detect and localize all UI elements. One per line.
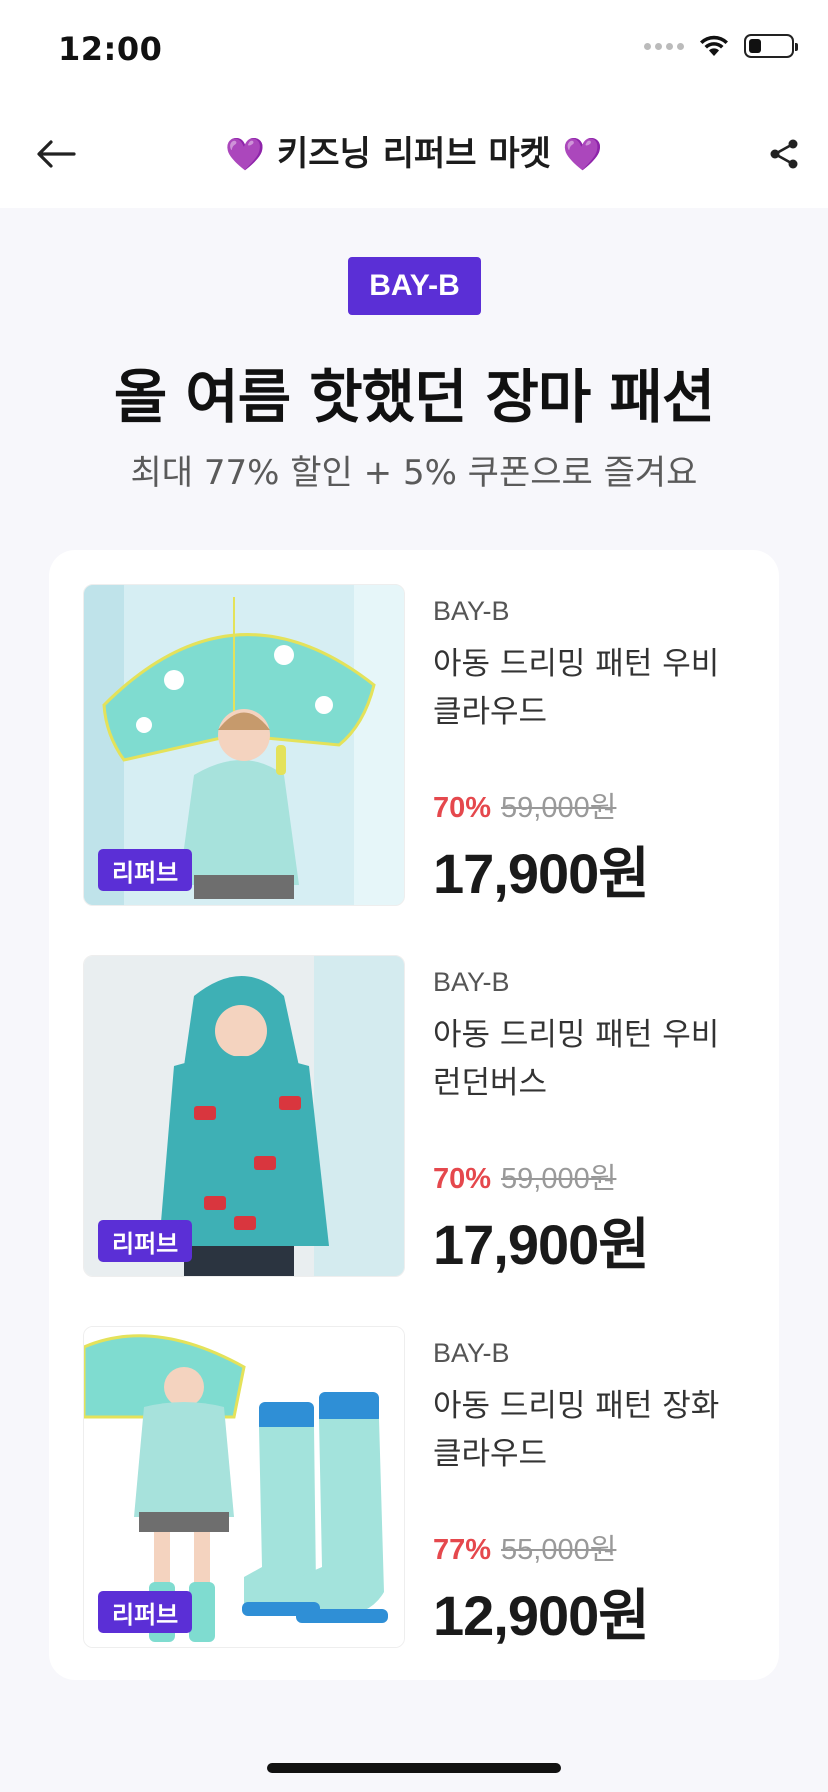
battery-icon bbox=[744, 34, 798, 58]
discount-row: 77% 55,000원 bbox=[433, 1526, 616, 1568]
sale-price: 12,900원 bbox=[433, 1584, 650, 1647]
product-name[interactable]: 아동 드리밍 패턴 장화 클라우드 bbox=[433, 1382, 733, 1478]
subline: 최대 77% 할인 + 5% 쿠폰으로 즐겨요 bbox=[130, 453, 698, 493]
original-price: 59,000원 bbox=[501, 1163, 617, 1195]
product-brand: BAY-B bbox=[433, 1338, 510, 1368]
refurb-tag: 리퍼브 bbox=[98, 1591, 193, 1633]
discount-row: 70% 59,000원 bbox=[433, 1155, 616, 1197]
product-card: 리퍼브 BAY-B 아동 드리밍 패턴 우비 클라우드 70% 59,000원 … bbox=[49, 550, 779, 1680]
share-icon bbox=[770, 139, 798, 169]
original-price: 59,000원 bbox=[501, 792, 617, 824]
status-bar: 12:00 bbox=[0, 0, 828, 100]
share-button[interactable] bbox=[758, 128, 810, 180]
heart-icon: 💜 bbox=[562, 135, 603, 173]
signal-icon bbox=[644, 42, 684, 50]
discount-rate: 70% bbox=[433, 1163, 492, 1195]
discount-rate: 70% bbox=[433, 792, 492, 824]
brand-badge: BAY-B bbox=[348, 257, 481, 315]
product-name[interactable]: 아동 드리밍 패턴 우비 런던버스 bbox=[433, 1011, 733, 1107]
discount-rate: 77% bbox=[433, 1534, 492, 1566]
product-brand: BAY-B bbox=[433, 596, 510, 626]
product-item[interactable]: 리퍼브 BAY-B 아동 드리밍 패턴 우비 런던버스 70% 59,000원 … bbox=[83, 955, 743, 1277]
page-title-text: 키즈닝 리퍼브 마켓 bbox=[277, 134, 551, 174]
heart-icon: 💜 bbox=[225, 135, 266, 173]
sale-price: 17,900원 bbox=[433, 1213, 650, 1276]
discount-row: 70% 59,000원 bbox=[433, 784, 616, 826]
page-title: 💜 키즈닝 리퍼브 마켓 💜 bbox=[0, 128, 828, 180]
home-indicator[interactable] bbox=[267, 1763, 561, 1773]
headline: 올 여름 핫했던 장마 패션 bbox=[113, 363, 715, 431]
status-time: 12:00 bbox=[58, 30, 163, 68]
product-image[interactable]: 리퍼브 bbox=[83, 1326, 405, 1648]
product-name[interactable]: 아동 드리밍 패턴 우비 클라우드 bbox=[433, 640, 733, 736]
refurb-tag: 리퍼브 bbox=[98, 849, 193, 891]
product-item[interactable]: 리퍼브 BAY-B 아동 드리밍 패턴 우비 클라우드 70% 59,000원 … bbox=[83, 584, 743, 906]
product-item[interactable]: 리퍼브 BAY-B 아동 드리밍 패턴 장화 클라우드 77% 55,000원 … bbox=[83, 1326, 743, 1648]
product-image[interactable]: 리퍼브 bbox=[83, 955, 405, 1277]
refurb-tag: 리퍼브 bbox=[98, 1220, 193, 1262]
wifi-icon bbox=[700, 35, 728, 56]
sale-price: 17,900원 bbox=[433, 842, 650, 905]
product-image[interactable]: 리퍼브 bbox=[83, 584, 405, 906]
original-price: 55,000원 bbox=[501, 1534, 617, 1566]
status-icons bbox=[644, 34, 798, 58]
nav-bar: 💜 키즈닝 리퍼브 마켓 💜 bbox=[0, 100, 828, 208]
product-brand: BAY-B bbox=[433, 967, 510, 997]
